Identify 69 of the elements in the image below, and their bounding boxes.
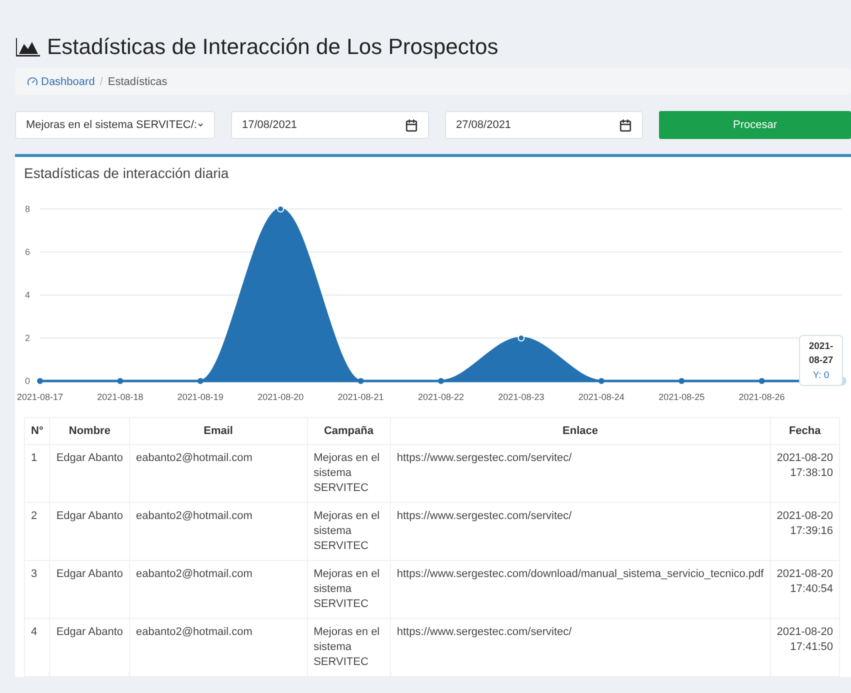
table-cell: eabanto2@hotmail.com: [130, 444, 308, 502]
table-cell: eabanto2@hotmail.com: [130, 502, 308, 560]
breadcrumb-link[interactable]: Dashboard: [27, 76, 95, 88]
y-tick-label: 6: [25, 247, 30, 257]
data-point: [518, 334, 525, 342]
calendar-icon: [619, 118, 632, 132]
table-cell: 1: [24, 444, 50, 502]
card-title: Estadísticas de interacción diaria: [24, 165, 230, 181]
tooltip-date: 2021-08-27: [808, 340, 834, 368]
data-point: [678, 378, 685, 384]
table-cell: https://www.sergestec.com/servitec/: [390, 618, 770, 676]
table-cell: 2021-08-20 17:41:50: [770, 618, 840, 676]
campaign-select[interactable]: Mejoras en el sistema SERVITEC/:: [15, 111, 215, 139]
tooltip-value: Y: 0: [812, 370, 830, 380]
y-tick-label: 8: [25, 204, 30, 214]
table-cell: Mejoras en el sistema SERVITEC: [307, 502, 390, 560]
table-cell: eabanto2@hotmail.com: [130, 560, 308, 618]
x-tick-label: 2021-08-22: [418, 392, 464, 402]
table-cell: 2: [24, 502, 50, 560]
y-tick-label: 0: [25, 376, 30, 386]
table-cell: https://www.sergestec.com/servitec/: [390, 502, 770, 560]
date-from-field[interactable]: 17/08/2021: [231, 111, 429, 139]
data-point: [358, 378, 364, 384]
table-cell: 2021-08-20 17:38:10: [770, 444, 840, 502]
column-header: Nombre: [50, 418, 130, 444]
table-cell: Edgar Abanto: [50, 618, 130, 676]
breadcrumb-separator: /: [100, 76, 103, 88]
table-cell: Edgar Abanto: [50, 502, 130, 560]
x-tick-label: 2021-08-24: [578, 392, 624, 402]
table-cell: https://www.sergestec.com/servitec/: [390, 444, 770, 502]
data-point: [117, 378, 124, 384]
table-cell: 2021-08-20 17:40:54: [770, 560, 840, 618]
dashboard-icon: [27, 76, 38, 87]
column-header: Enlace: [390, 418, 770, 444]
x-tick-label: 2021-08-21: [338, 392, 384, 402]
table-cell: Mejoras en el sistema SERVITEC: [307, 618, 390, 676]
column-header: Email: [130, 418, 308, 444]
page-title: Estadísticas de Interacción de Los Prospectos: [47, 34, 498, 60]
x-tick-label: 2021-08-26: [738, 392, 785, 402]
column-header: N°: [24, 418, 50, 444]
table-cell: eabanto2@hotmail.com: [130, 618, 308, 676]
x-tick-label: 2021-08-17: [16, 392, 64, 402]
column-header: Fecha: [770, 418, 840, 444]
y-tick-label: 4: [25, 290, 30, 300]
table-cell: 3: [24, 560, 50, 618]
breadcrumb-current: Estadísticas: [108, 76, 168, 88]
table-cell: 4: [24, 618, 50, 676]
calendar-icon: [405, 118, 418, 132]
table-cell: Edgar Abanto: [50, 444, 130, 502]
data-point: [598, 378, 604, 384]
x-tick-label: 2021-08-20: [258, 392, 304, 402]
data-point: [758, 378, 765, 384]
data-point: [438, 378, 444, 384]
x-tick-label: 2021-08-19: [177, 392, 224, 402]
area-chart-icon: [15, 37, 41, 57]
x-tick-label: 2021-08-23: [498, 392, 544, 402]
table-cell: https://www.sergestec.com/download/manual_sistema_servicio_tecnico.pdf: [390, 560, 770, 618]
column-header: Campaña: [307, 418, 390, 444]
data-point: [197, 378, 204, 384]
x-tick-label: 2021-08-18: [97, 392, 144, 402]
table-cell: 2021-08-20 17:39:16: [770, 502, 840, 560]
data-point: [37, 378, 43, 384]
data-point: [277, 206, 284, 212]
y-tick-label: 2: [25, 333, 30, 343]
table-cell: Edgar Abanto: [50, 560, 130, 618]
table-cell: Mejoras en el sistema SERVITEC: [307, 444, 390, 502]
date-to-field[interactable]: 27/08/2021: [445, 111, 643, 139]
table-cell: Mejoras en el sistema SERVITEC: [307, 560, 390, 618]
x-tick-label: 2021-08-25: [658, 392, 705, 402]
